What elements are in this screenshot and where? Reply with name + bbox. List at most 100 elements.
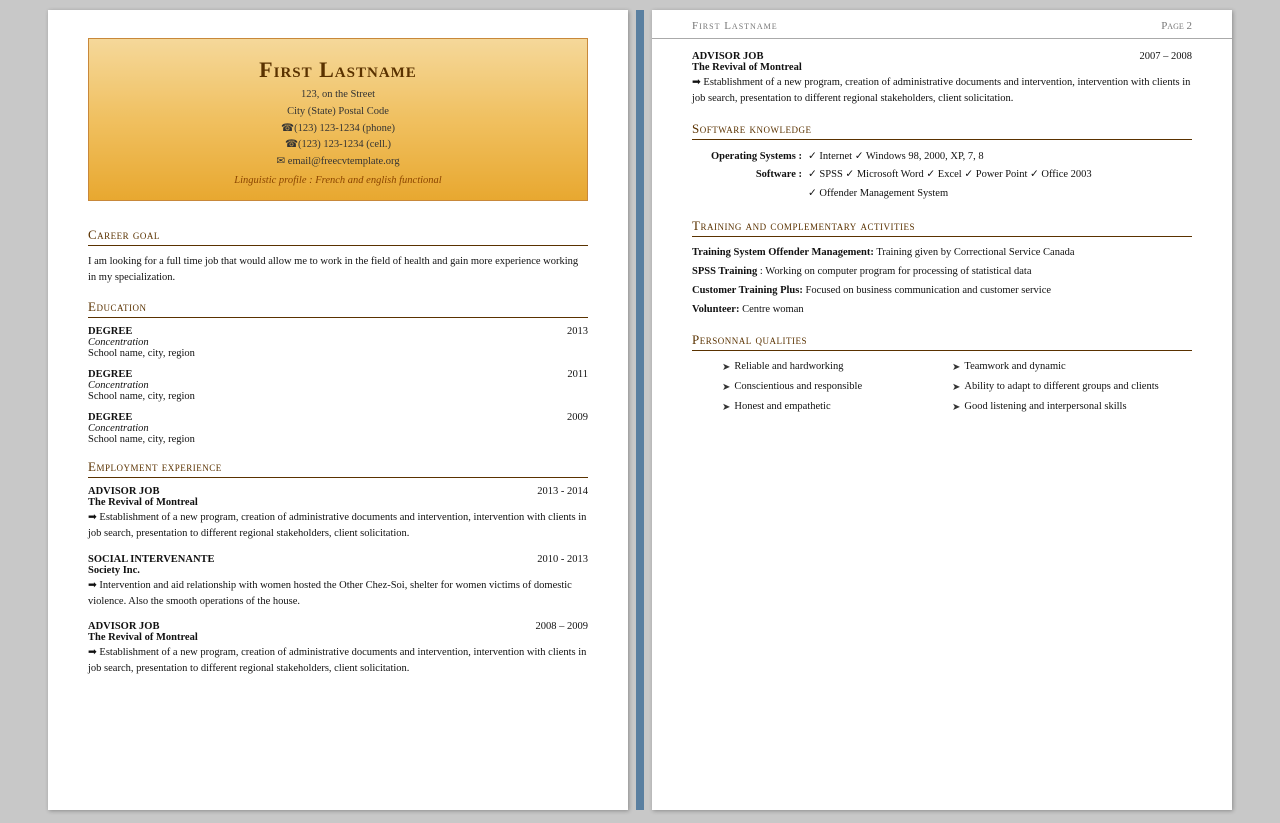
quality-arrow-6: ➤ (952, 400, 960, 415)
edu-entry-2: DEGREE 2011 Concentration School name, c… (88, 369, 588, 402)
training-text-4: Centre woman (742, 304, 804, 315)
career-goal-text: I am looking for a full time job that wo… (88, 254, 588, 286)
quality-item-1: ➤ Reliable and hardworking (722, 359, 932, 375)
edu-row-3: DEGREE 2009 (88, 412, 588, 423)
soft-value-3: ✓ Offender Management System (808, 185, 1192, 204)
quality-item-4: ➤ Teamwork and dynamic (952, 359, 1162, 375)
edu-row-2: DEGREE 2011 (88, 369, 588, 380)
emp-row-2: SOCIAL INTERVENANTE 2010 - 2013 (88, 554, 588, 565)
emp-desc-1: ➡ Establishment of a new program, creati… (88, 510, 588, 542)
training-label-2: SPSS Training (692, 266, 757, 277)
quality-item-6: ➤ Good listening and interpersonal skill… (952, 399, 1162, 415)
emp-desc-2: ➡ Intervention and aid relationship with… (88, 578, 588, 610)
page1-content: Career goal I am looking for a full time… (48, 201, 628, 719)
emp-company-3: The Revival of Montreal (88, 632, 588, 643)
edu-entry-3: DEGREE 2009 Concentration School name, c… (88, 412, 588, 445)
quality-arrow-3: ➤ (722, 400, 730, 415)
edu-year-3: 2009 (567, 412, 588, 423)
soft-label-3 (692, 185, 802, 204)
edu-degree-2: DEGREE (88, 369, 132, 380)
soft-label-1: Operating Systems : (692, 148, 802, 167)
soft-row-2: Software : ✓ SPSS ✓ Microsoft Word ✓ Exc… (692, 166, 1192, 185)
quality-item-2: ➤ Conscientious and responsible (722, 379, 932, 395)
soft-row-1: Operating Systems : ✓ Internet ✓ Windows… (692, 148, 1192, 167)
header-address: 123, on the Street City (State) Postal C… (99, 87, 577, 171)
quality-text-4: Teamwork and dynamic (964, 359, 1065, 375)
qualities-grid: ➤ Reliable and hardworking ➤ Teamwork an… (692, 359, 1192, 415)
quality-text-6: Good listening and interpersonal skills (964, 399, 1126, 415)
emp-years-2: 2010 - 2013 (537, 554, 588, 565)
edu-degree-3: DEGREE (88, 412, 132, 423)
address-line: 123, on the Street (301, 89, 375, 100)
software-title: Software knowledge (692, 121, 1192, 140)
edu-year-1: 2013 (567, 326, 588, 337)
training-label-3: Customer Training Plus: (692, 285, 803, 296)
header-box: First Lastname 123, on the Street City (… (88, 38, 588, 201)
edu-conc-3: Concentration (88, 423, 588, 434)
soft-value-2: ✓ SPSS ✓ Microsoft Word ✓ Excel ✓ Power … (808, 166, 1192, 185)
quality-text-3: Honest and empathetic (734, 399, 830, 415)
training-text-3: Focused on business communication and cu… (805, 285, 1051, 296)
edu-row-1: DEGREE 2013 (88, 326, 588, 337)
edu-year-2: 2011 (567, 369, 588, 380)
page-2: First Lastname Page 2 ADVISOR JOB 2007 –… (652, 10, 1232, 810)
soft-label-2: Software : (692, 166, 802, 185)
emp-entry-2: SOCIAL INTERVENANTE 2010 - 2013 Society … (88, 554, 588, 610)
training-text-2: : Working on computer program for proces… (760, 266, 1032, 277)
emp-desc-3: ➡ Establishment of a new program, creati… (88, 645, 588, 677)
quality-text-5: Ability to adapt to different groups and… (964, 379, 1158, 395)
career-goal-title: Career goal (88, 227, 588, 246)
page2-name: First Lastname (692, 20, 778, 32)
email-line: ✉ email@freecvtemplate.org (276, 156, 399, 167)
page2-page: Page 2 (1161, 20, 1192, 32)
emp-company-2: Society Inc. (88, 565, 588, 576)
training-entry-1: Training System Offender Management: Tra… (692, 245, 1192, 262)
education-title: Education (88, 299, 588, 318)
p2-emp-company-1: The Revival of Montreal (692, 62, 1192, 73)
emp-company-1: The Revival of Montreal (88, 497, 588, 508)
quality-arrow-4: ➤ (952, 360, 960, 375)
emp-entry-3: ADVISOR JOB 2008 – 2009 The Revival of M… (88, 621, 588, 677)
training-entry-2: SPSS Training : Working on computer prog… (692, 264, 1192, 281)
emp-job-3: ADVISOR JOB (88, 621, 159, 632)
linguistic-profile: Linguistic profile : French and english … (99, 175, 577, 186)
p2-emp-entry-1: ADVISOR JOB 2007 – 2008 The Revival of M… (692, 51, 1192, 107)
edu-school-3: School name, city, region (88, 434, 588, 445)
emp-years-3: 2008 – 2009 (536, 621, 589, 632)
edu-conc-2: Concentration (88, 380, 588, 391)
emp-row-1: ADVISOR JOB 2013 - 2014 (88, 486, 588, 497)
emp-job-1: ADVISOR JOB (88, 486, 159, 497)
training-entry-3: Customer Training Plus: Focused on busin… (692, 283, 1192, 300)
training-label-4: Volunteer: (692, 304, 739, 315)
city-line: City (State) Postal Code (287, 106, 389, 117)
edu-conc-1: Concentration (88, 337, 588, 348)
employment-title: Employment experience (88, 459, 588, 478)
p2-emp-row-1: ADVISOR JOB 2007 – 2008 (692, 51, 1192, 62)
training-text-1: Training given by Correctional Service C… (876, 247, 1074, 258)
page-1: First Lastname 123, on the Street City (… (48, 10, 628, 810)
page-separator (636, 10, 644, 810)
quality-item-5: ➤ Ability to adapt to different groups a… (952, 379, 1162, 395)
quality-text-2: Conscientious and responsible (734, 379, 862, 395)
emp-years-1: 2013 - 2014 (537, 486, 588, 497)
phone2-line: ☎(123) 123-1234 (cell.) (285, 139, 391, 150)
quality-arrow-1: ➤ (722, 360, 730, 375)
emp-row-3: ADVISOR JOB 2008 – 2009 (88, 621, 588, 632)
quality-arrow-5: ➤ (952, 380, 960, 395)
emp-job-2: SOCIAL INTERVENANTE (88, 554, 215, 565)
phone1-line: ☎(123) 123-1234 (phone) (281, 123, 395, 134)
header-name: First Lastname (99, 57, 577, 83)
emp-entry-1: ADVISOR JOB 2013 - 2014 The Revival of M… (88, 486, 588, 542)
quality-arrow-2: ➤ (722, 380, 730, 395)
edu-degree-1: DEGREE (88, 326, 132, 337)
soft-value-1: ✓ Internet ✓ Windows 98, 2000, XP, 7, 8 (808, 148, 1192, 167)
training-entry-4: Volunteer: Centre woman (692, 302, 1192, 319)
p2-emp-job-1: ADVISOR JOB (692, 51, 763, 62)
software-table: Operating Systems : ✓ Internet ✓ Windows… (692, 148, 1192, 205)
qualities-title: Personnal qualities (692, 332, 1192, 351)
edu-school-1: School name, city, region (88, 348, 588, 359)
p2-emp-desc-1: ➡ Establishment of a new program, creati… (692, 75, 1192, 107)
page2-header: First Lastname Page 2 (652, 10, 1232, 39)
pages-container: First Lastname 123, on the Street City (… (48, 10, 1232, 810)
edu-school-2: School name, city, region (88, 391, 588, 402)
